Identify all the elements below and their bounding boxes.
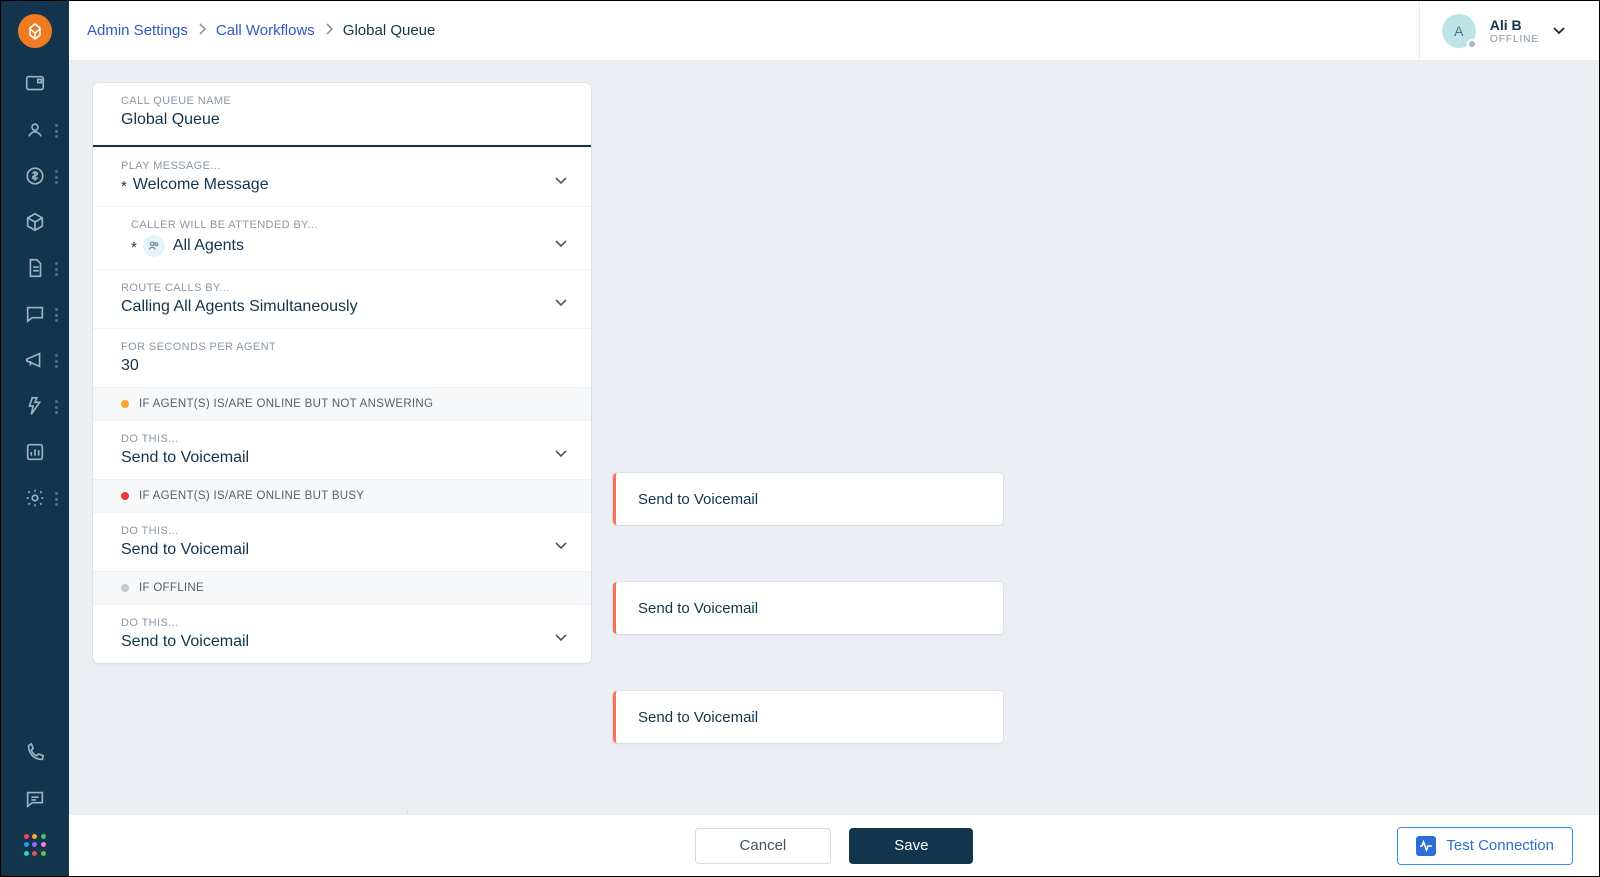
status-dot-icon (1467, 39, 1477, 49)
route-calls-select[interactable]: ROUTE CALLS BY... Calling All Agents Sim… (93, 269, 591, 328)
action-busy-select[interactable]: DO THIS... Send to Voicemail (93, 512, 591, 571)
chevron-down-icon (1553, 22, 1565, 40)
avatar-initial: A (1454, 23, 1463, 39)
branch-voicemail[interactable]: Send to Voicemail (613, 691, 1003, 743)
test-connection-button[interactable]: Test Connection (1397, 827, 1573, 865)
queue-name-field[interactable]: CALL QUEUE NAME Global Queue (93, 83, 591, 147)
branch-voicemail[interactable]: Send to Voicemail (613, 582, 1003, 634)
user-status: OFFLINE (1490, 33, 1539, 45)
nav-item-apps[interactable] (1, 822, 69, 868)
branch-voicemail[interactable]: Send to Voicemail (613, 473, 1003, 525)
nav-item-contacts[interactable] (1, 107, 69, 153)
nav-item-docs[interactable] (1, 245, 69, 291)
status-dot-icon (121, 584, 129, 592)
chevron-right-icon (198, 22, 206, 39)
field-value: Global Queue (93, 111, 591, 145)
chevron-down-icon (555, 537, 567, 555)
nav-item-deals[interactable] (1, 153, 69, 199)
more-icon (55, 262, 65, 276)
breadcrumb: Admin Settings Call Workflows Global Que… (87, 22, 435, 39)
more-icon (55, 400, 65, 414)
user-menu[interactable]: A Ali B OFFLINE (1419, 1, 1581, 60)
field-value: 30 (93, 357, 591, 387)
condition-label: IF OFFLINE (139, 582, 204, 594)
branch-column: Send to Voicemail Send to Voicemail Send… (613, 83, 1003, 743)
nav-item-settings[interactable] (1, 475, 69, 521)
save-button[interactable]: Save (849, 828, 973, 864)
more-icon (55, 170, 65, 184)
condition-online-not-answering: IF AGENT(S) IS/ARE ONLINE BUT NOT ANSWER… (93, 387, 591, 420)
cancel-button[interactable]: Cancel (695, 828, 832, 864)
nav-item-screen[interactable] (1, 61, 69, 107)
chevron-right-icon (325, 22, 333, 39)
condition-label: IF AGENT(S) IS/ARE ONLINE BUT NOT ANSWER… (139, 398, 433, 410)
chevron-down-icon (555, 294, 567, 312)
nav-item-campaigns[interactable] (1, 337, 69, 383)
more-icon (55, 124, 65, 138)
avatar: A (1442, 14, 1476, 48)
field-label: PLAY MESSAGE... (93, 148, 591, 176)
more-icon (55, 354, 65, 368)
field-label: DO THIS... (93, 513, 591, 541)
action-offline-select[interactable]: DO THIS... Send to Voicemail (93, 604, 591, 663)
field-label: FOR SECONDS PER AGENT (93, 329, 591, 357)
nav-item-product[interactable] (1, 199, 69, 245)
nav-item-chat[interactable] (1, 776, 69, 822)
main: Admin Settings Call Workflows Global Que… (69, 1, 1599, 876)
breadcrumb-call-workflows[interactable]: Call Workflows (216, 22, 315, 39)
breadcrumb-admin-settings[interactable]: Admin Settings (87, 22, 188, 39)
chevron-down-icon (555, 172, 567, 190)
nav-item-automation[interactable] (1, 383, 69, 429)
seconds-per-agent-field[interactable]: FOR SECONDS PER AGENT 30 (93, 328, 591, 387)
attended-by-select[interactable]: CALLER WILL BE ATTENDED BY... * All Agen… (93, 206, 591, 269)
sidebar (1, 1, 69, 876)
field-label: DO THIS... (93, 421, 591, 449)
play-message-select[interactable]: PLAY MESSAGE... *Welcome Message (93, 147, 591, 206)
field-value: * All Agents (103, 235, 591, 269)
nav-item-reports[interactable] (1, 429, 69, 475)
breadcrumb-current: Global Queue (343, 22, 436, 39)
more-icon (55, 492, 65, 506)
field-label: CALLER WILL BE ATTENDED BY... (103, 207, 591, 235)
user-name: Ali B (1490, 17, 1539, 33)
status-dot-icon (121, 400, 129, 408)
field-label: ROUTE CALLS BY... (93, 270, 591, 298)
condition-online-busy: IF AGENT(S) IS/ARE ONLINE BUT BUSY (93, 479, 591, 512)
test-connection-label: Test Connection (1446, 837, 1554, 854)
chevron-down-icon (555, 629, 567, 647)
nav-item-conversations[interactable] (1, 291, 69, 337)
condition-label: IF AGENT(S) IS/ARE ONLINE BUT BUSY (139, 490, 364, 502)
nav-item-phone[interactable] (1, 730, 69, 776)
field-value: Calling All Agents Simultaneously (93, 298, 591, 328)
field-label: DO THIS... (93, 605, 591, 633)
status-dot-icon (121, 492, 129, 500)
condition-offline: IF OFFLINE (93, 571, 591, 604)
chevron-down-icon (555, 445, 567, 463)
more-icon (55, 308, 65, 322)
field-value: Send to Voicemail (93, 541, 591, 571)
pulse-icon (1416, 836, 1436, 856)
field-label: CALL QUEUE NAME (93, 83, 591, 111)
topbar: Admin Settings Call Workflows Global Que… (69, 1, 1599, 61)
field-value: Send to Voicemail (93, 449, 591, 479)
field-value: *Welcome Message (93, 176, 591, 206)
call-queue-panel: CALL QUEUE NAME Global Queue PLAY MESSAG… (93, 83, 591, 663)
content: CALL QUEUE NAME Global Queue PLAY MESSAG… (69, 61, 1599, 814)
app-logo[interactable] (1, 1, 69, 61)
field-value: Send to Voicemail (93, 633, 591, 663)
chevron-down-icon (555, 235, 567, 253)
footer-bar: Cancel Save Test Connection (69, 814, 1599, 876)
action-not-answering-select[interactable]: DO THIS... Send to Voicemail (93, 420, 591, 479)
agents-icon (143, 235, 165, 257)
